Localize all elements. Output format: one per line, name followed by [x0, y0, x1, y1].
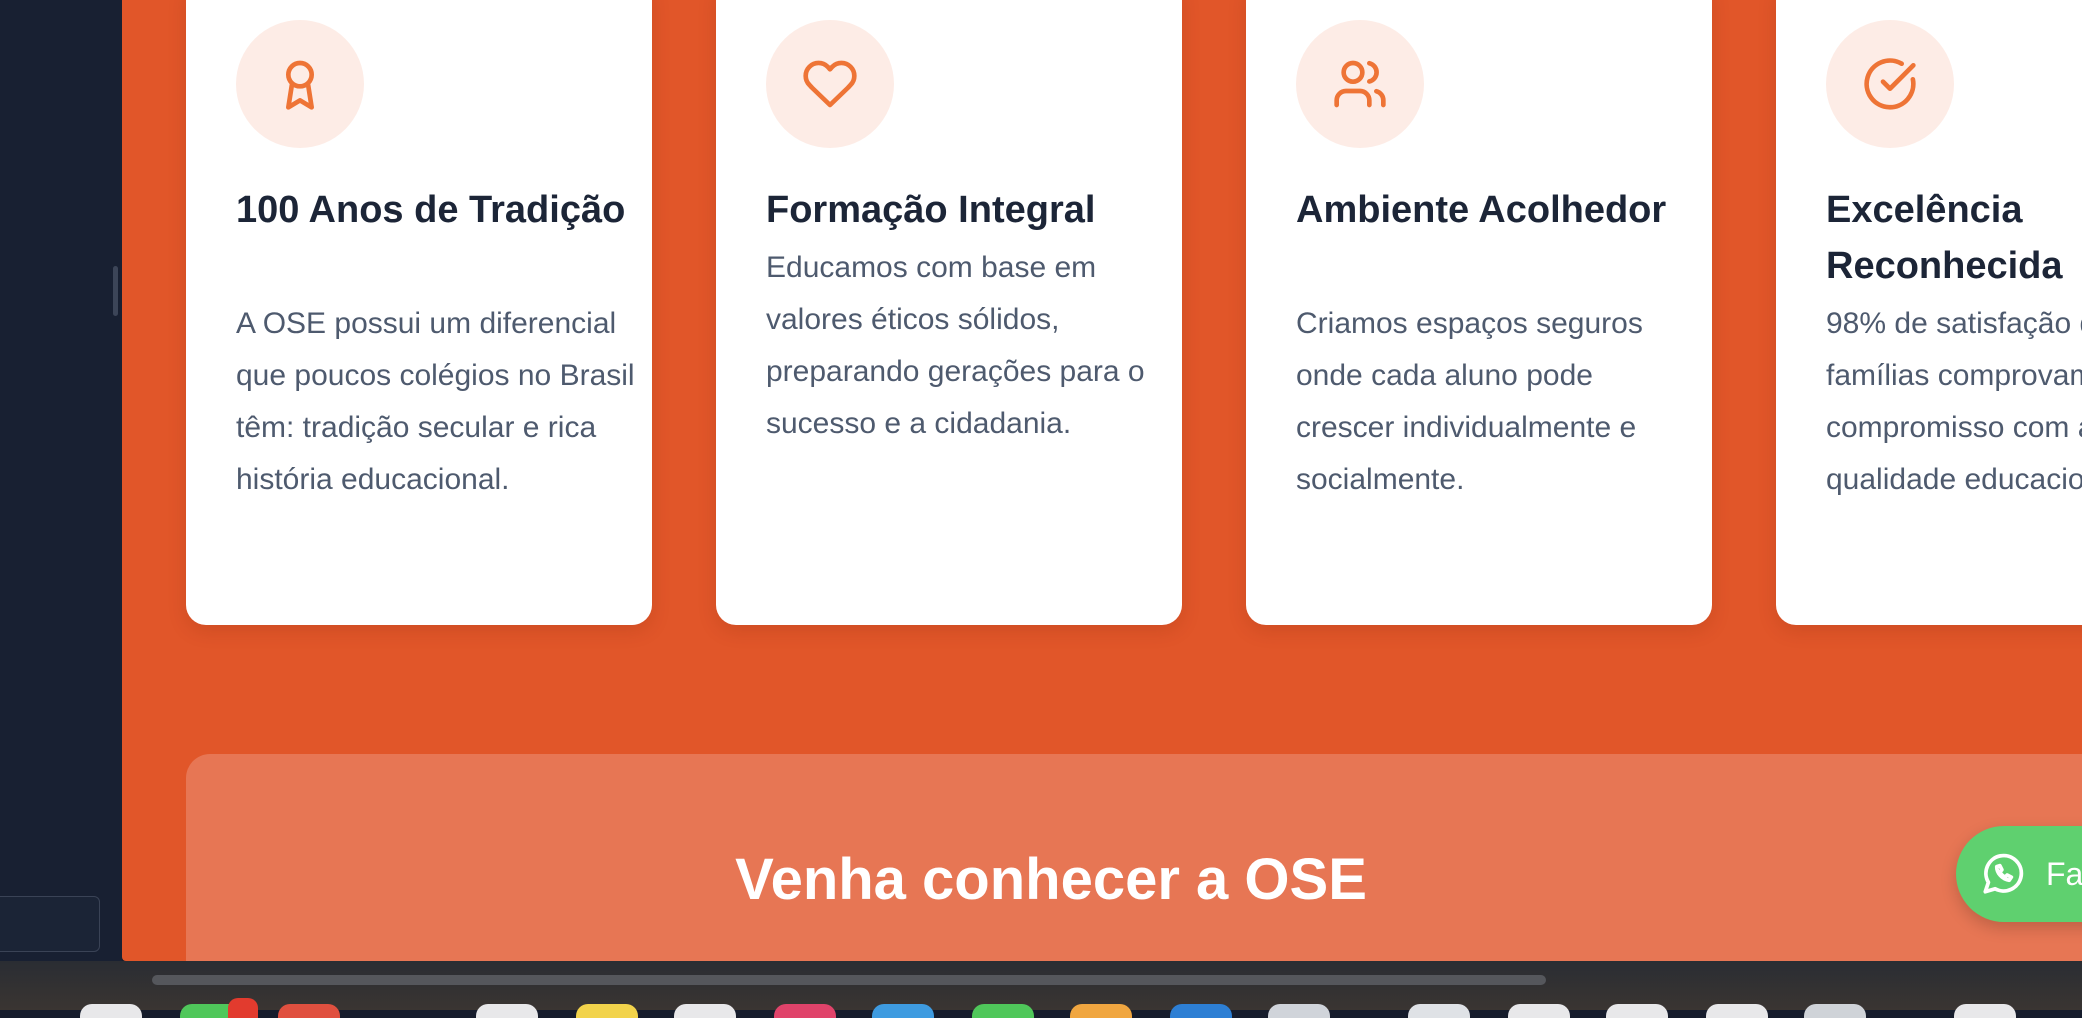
dock-app-icon[interactable]	[1804, 1004, 1866, 1018]
feature-card-description: Criamos espaços seguros onde cada aluno …	[1296, 307, 1643, 496]
award-icon	[236, 20, 364, 148]
website-preview: 100 Anos de Tradição A OSE possui um dif…	[122, 0, 2082, 961]
os-dock	[0, 961, 2082, 1010]
dock-app-icon[interactable]	[1508, 1004, 1570, 1018]
browser-scrollbar[interactable]	[152, 975, 1546, 985]
dock-app-icon[interactable]	[278, 1004, 340, 1018]
feature-card-title: 100 Anos de Tradição	[236, 189, 626, 231]
dock-app-icon[interactable]	[476, 1004, 538, 1018]
notification-badge	[228, 998, 258, 1018]
dock-app-icon[interactable]	[1070, 1004, 1132, 1018]
heart-icon	[766, 20, 894, 148]
side-panel-input[interactable]	[0, 896, 100, 952]
check-circle-icon	[1826, 20, 1954, 148]
dock-app-icon[interactable]	[674, 1004, 736, 1018]
panel-resize-handle[interactable]	[113, 266, 118, 316]
cta-section: Venha conhecer a OSE	[186, 754, 2082, 961]
dock-app-icon[interactable]	[1954, 1004, 2016, 1018]
dock-app-icon[interactable]	[774, 1004, 836, 1018]
dock-app-icon[interactable]	[80, 1004, 142, 1018]
whatsapp-icon	[1983, 853, 2024, 894]
feature-card-tradition: 100 Anos de Tradição A OSE possui um dif…	[186, 0, 652, 625]
feature-card-environment: Ambiente Acolhedor Criamos espaços segur…	[1246, 0, 1712, 625]
dock-app-icon[interactable]	[1268, 1004, 1330, 1018]
feature-card-description: 98% de satisfação das famílias comprovam…	[1826, 307, 2082, 496]
feature-card-formation: Formação Integral Educamos com base em v…	[716, 0, 1182, 625]
dock-app-icon[interactable]	[1606, 1004, 1668, 1018]
users-icon	[1296, 20, 1424, 148]
whatsapp-button-label: Fale	[2046, 855, 2082, 892]
dock-app-icon[interactable]	[872, 1004, 934, 1018]
dock-app-icon[interactable]	[1706, 1004, 1768, 1018]
feature-card-excellence: Excelência Reconhecida 98% de satisfação…	[1776, 0, 2082, 625]
feature-card-title: Excelência Reconhecida	[1826, 189, 2063, 287]
editor-side-panel	[0, 0, 122, 962]
dock-app-icon[interactable]	[576, 1004, 638, 1018]
feature-card-description: A OSE possui um diferencial que poucos c…	[236, 307, 635, 496]
feature-card-title: Ambiente Acolhedor	[1296, 189, 1667, 231]
dock-app-icon[interactable]	[1170, 1004, 1232, 1018]
dock-app-icon[interactable]	[972, 1004, 1034, 1018]
feature-card-title: Formação Integral	[766, 189, 1096, 231]
whatsapp-chat-button[interactable]: Fale	[1956, 826, 2082, 922]
feature-card-description: Educamos com base em valores éticos sóli…	[766, 251, 1145, 440]
dock-app-icon[interactable]	[1408, 1004, 1470, 1018]
cta-title: Venha conhecer a OSE	[735, 847, 1367, 912]
